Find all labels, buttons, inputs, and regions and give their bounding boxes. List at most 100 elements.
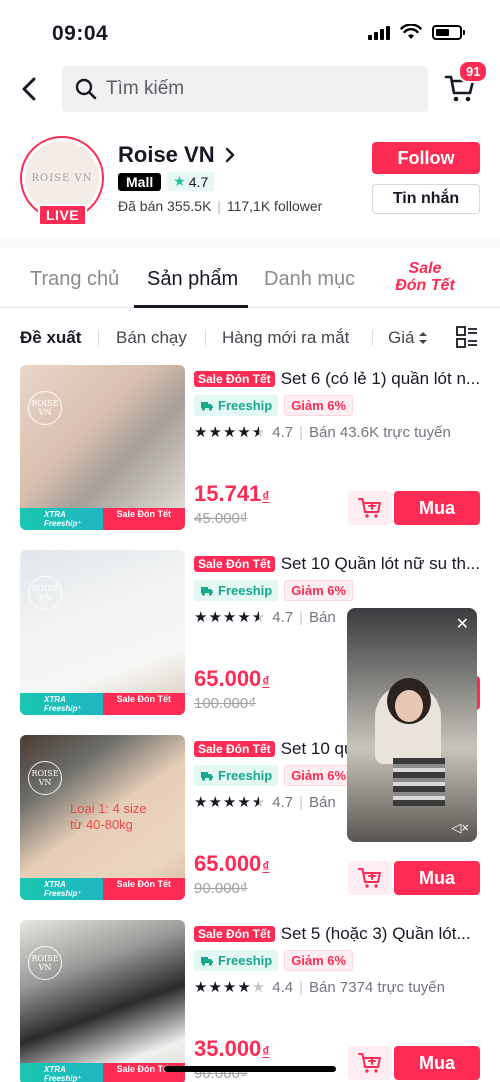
product-rating: 4.7 [272,423,294,441]
tab-products[interactable]: Sản phẩm [147,268,238,291]
product-title: Set 10 Quần lót nữ su th... [280,554,481,573]
truck-icon [201,956,213,966]
product-rating-row: ★★★★★ 4.7 | Bán [194,608,336,627]
product-rating-row: ★★★★★ 4.4 | Bán 7374 trực tuyến [194,978,445,997]
back-icon[interactable] [18,74,42,104]
home-indicator [164,1066,336,1072]
product-sold: Bán 43.6K trực tuyến [309,423,451,441]
follow-button[interactable]: Follow [372,142,480,174]
shop-followers: 117,1K follower [226,198,323,214]
product-price: 35.000₫ [194,1036,270,1061]
add-to-cart-button[interactable] [348,861,392,895]
add-to-cart-button[interactable] [348,491,392,525]
freeship-tag: Freeship [194,950,279,971]
promo-tags: Freeship Giảm 6% [194,765,354,786]
tab-sale-don-tet[interactable]: Sale Đón Tết [388,260,462,294]
chevron-right-icon [225,147,234,163]
discount-tag: Giảm 6% [284,580,354,601]
video-product-stack [393,758,445,806]
search-input[interactable]: Tìm kiếm [62,66,428,112]
star-icon: ★ [173,173,186,189]
brand-watermark: ROISE VN [28,946,62,980]
sort-recommended[interactable]: Đề xuất [20,328,81,348]
freeship-tag: Freeship [194,765,279,786]
wifi-icon [400,24,422,39]
shop-badges: Mall ★ 4.7 [118,172,215,191]
top-bar: Tìm kiếm 91 [0,60,500,114]
cart-badge: 91 [458,60,489,83]
product-old-price: 45.000₫ [194,510,248,527]
product-sold: Bán [309,608,336,626]
signal-icon [368,24,390,40]
battery-icon [432,24,465,40]
brand-watermark: ROISE VN [28,761,62,795]
sort-divider [372,330,373,346]
sort-divider [98,330,99,346]
discount-tag: Giảm 6% [284,950,354,971]
product-image[interactable]: ROISE VN XTRA Freeship⁺ Sale Đón Tết [20,550,185,715]
product-old-price: 90.000₫ [194,880,248,897]
product-title-row[interactable]: Sale Đón Tết Set 10 Quần lót nữ su th... [194,552,484,576]
discount-tag: Giảm 6% [284,765,354,786]
tab-categories[interactable]: Danh mục [264,268,355,291]
freeship-tag: Freeship [194,580,279,601]
add-to-cart-button[interactable] [348,1046,392,1080]
buy-button[interactable]: Mua [394,491,480,525]
tab-home[interactable]: Trang chủ [30,268,119,291]
product-image[interactable]: ROISE VN XTRA Freeship⁺ Sale Đón Tết [20,365,185,530]
status-time: 09:04 [52,22,109,45]
shop-sold: Đã bán 355.5K [118,198,212,214]
sale-tag: Sale Đón Tết [194,926,275,942]
star-rating-icon: ★★★★★ [194,794,267,811]
product-sold: Bán 7374 trực tuyến [309,978,445,996]
product-price: 65.000₫ [194,666,270,691]
mute-icon[interactable]: ◁× [451,820,469,836]
sort-arrows-icon [419,332,428,344]
shop-tabs: Trang chủ Sản phẩm Danh mục Sale Đón Tết [0,250,500,308]
section-divider [0,238,500,248]
promo-tags: Freeship Giảm 6% [194,950,354,971]
discount-tag: Giảm 6% [284,395,354,416]
buy-button[interactable]: Mua [394,1046,480,1080]
message-button[interactable]: Tin nhắn [372,184,480,214]
sale-tag: Sale Đón Tết [194,741,275,757]
add-cart-icon [358,868,381,888]
close-icon[interactable]: ✕ [456,614,469,634]
shop-name-link[interactable]: Roise VN [118,142,235,168]
star-rating-icon: ★★★★★ [194,609,267,626]
add-cart-icon [358,498,381,518]
status-icons [368,24,465,40]
product-old-price: 100.000₫ [194,695,256,712]
star-rating-icon: ★★★★★ [194,979,267,996]
product-image[interactable]: ROISE VN XTRA Freeship⁺ Sale Đón Tết [20,920,185,1082]
star-rating-icon: ★★★★★ [194,424,267,441]
floating-live-video[interactable]: ✕ ◁× [347,608,477,842]
product-title-row[interactable]: Sale Đón Tết Set 6 (có lẻ 1) quần lót n.… [194,367,484,391]
product-photo [20,365,185,530]
live-badge[interactable]: LIVE [38,204,88,226]
mall-badge: Mall [118,172,162,191]
shop-stats: Đã bán 355.5K | 117,1K follower [118,198,323,214]
image-promo-banner: XTRA Freeship⁺ Sale Đón Tết [20,878,185,900]
product-price: 65.000₫ [194,851,270,876]
product-rating: 4.7 [272,793,294,811]
sort-divider [205,330,206,346]
buy-button[interactable]: Mua [394,861,480,895]
sort-best-selling[interactable]: Bán chạy [116,328,187,348]
product-title: Set 5 (hoặc 3) Quần lót... [280,924,471,943]
product-photo [20,550,185,715]
active-tab-indicator [134,305,248,308]
product-card[interactable]: ROISE VN XTRA Freeship⁺ Sale Đón Tết Sale… [0,365,500,533]
truck-icon [201,586,213,596]
truck-icon [201,771,213,781]
product-card[interactable]: ROISE VN XTRA Freeship⁺ Sale Đón Tết Sale… [0,920,500,1082]
product-image[interactable]: ROISE VN Loại 1: 4 size từ 40-80kg XTRA F… [20,735,185,900]
product-title-row[interactable]: Sale Đón Tết Set 5 (hoặc 3) Quần lót... [194,922,484,946]
sort-price[interactable]: Giá [388,328,428,348]
search-placeholder: Tìm kiếm [106,78,185,99]
sort-newest[interactable]: Hàng mới ra mắt [222,328,349,348]
search-icon [75,78,97,100]
sort-bar: Đề xuất Bán chạy Hàng mới ra mắt Giá [0,320,500,356]
layout-toggle-icon[interactable] [456,326,478,348]
product-title: Set 10 qu [280,739,354,758]
